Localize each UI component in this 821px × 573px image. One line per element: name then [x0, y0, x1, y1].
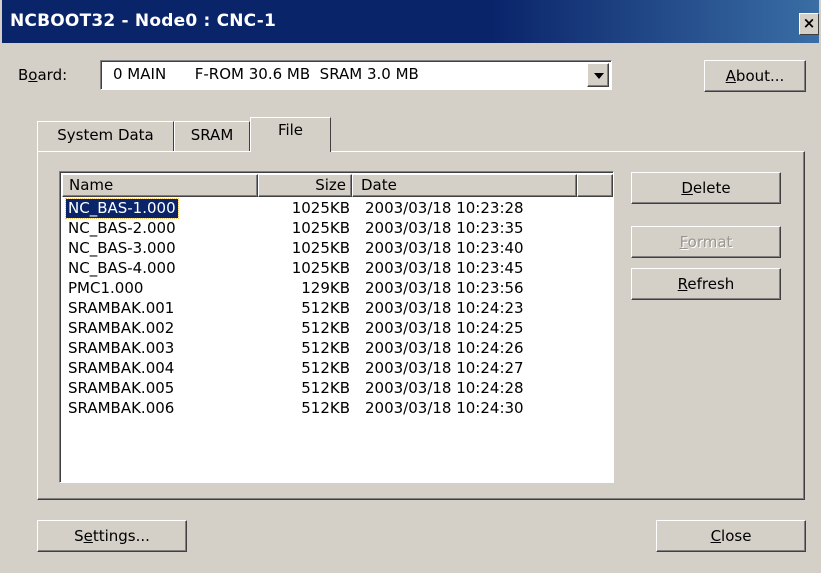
close-icon[interactable]: × [799, 13, 819, 35]
file-date-cell: 2003/03/18 10:24:27 [365, 359, 524, 377]
column-header-empty [577, 174, 613, 197]
file-size-cell: 1025KB [291, 239, 350, 257]
file-date-cell: 2003/03/18 10:24:23 [365, 299, 524, 317]
file-size-cell: 1025KB [291, 259, 350, 277]
title-bar[interactable]: NCBOOT32 - Node0 : CNC-1 × [2, 0, 819, 43]
file-date-cell: 2003/03/18 10:24:28 [365, 379, 524, 397]
file-name-cell: SRAMBAK.003 [68, 339, 175, 357]
table-row[interactable]: SRAMBAK.001 512KB 2003/03/18 10:24:23 [62, 299, 592, 318]
dialog-window: NCBOOT32 - Node0 : CNC-1 × Board: 0 MAIN… [0, 0, 821, 573]
tab-system-data[interactable]: System Data [37, 121, 174, 151]
file-date-cell: 2003/03/18 10:23:35 [365, 219, 524, 237]
file-name-cell: SRAMBAK.002 [68, 319, 175, 337]
file-size-cell: 512KB [301, 299, 350, 317]
file-date-cell: 2003/03/18 10:24:30 [365, 399, 524, 417]
chevron-down-icon [594, 73, 604, 79]
file-name-cell: NC_BAS-4.000 [68, 259, 176, 277]
close-button[interactable]: Close [656, 520, 806, 552]
file-size-cell: 129KB [301, 279, 350, 297]
table-row[interactable]: SRAMBAK.006 512KB 2003/03/18 10:24:30 [62, 399, 592, 418]
table-row[interactable]: NC_BAS-2.000 1025KB 2003/03/18 10:23:35 [62, 219, 592, 238]
board-select-value: 0 MAIN F-ROM 30.6 MB SRAM 3.0 MB [113, 65, 419, 83]
file-size-cell: 512KB [301, 339, 350, 357]
tab-sram[interactable]: SRAM [174, 121, 250, 151]
file-name-cell: SRAMBAK.006 [68, 399, 175, 417]
about-button[interactable]: About... [704, 60, 806, 92]
file-date-cell: 2003/03/18 10:24:25 [365, 319, 524, 337]
column-header-size[interactable]: Size [258, 174, 352, 197]
table-row[interactable]: SRAMBAK.004 512KB 2003/03/18 10:24:27 [62, 359, 592, 378]
format-button[interactable]: Format [631, 226, 781, 258]
window-title: NCBOOT32 - Node0 : CNC-1 [10, 11, 277, 31]
file-size-cell: 1025KB [291, 219, 350, 237]
table-row[interactable]: SRAMBAK.003 512KB 2003/03/18 10:24:26 [62, 339, 592, 358]
delete-button[interactable]: Delete [631, 172, 781, 204]
column-header-name[interactable]: Name [62, 174, 258, 197]
board-label: Board: [18, 66, 68, 84]
file-size-cell: 512KB [301, 399, 350, 417]
table-row[interactable]: PMC1.000 129KB 2003/03/18 10:23:56 [62, 279, 592, 298]
file-list[interactable]: Name Size Date NC_BAS-1.000 1025KB 2003/03… [59, 171, 614, 483]
file-name-cell: NC_BAS-3.000 [68, 239, 176, 257]
tab-file[interactable]: File [250, 117, 331, 152]
table-row[interactable]: NC_BAS-1.000 1025KB 2003/03/18 10:23:28 [62, 198, 592, 219]
file-name-cell: SRAMBAK.005 [68, 379, 175, 397]
file-date-cell: 2003/03/18 10:24:26 [365, 339, 524, 357]
table-row[interactable]: SRAMBAK.005 512KB 2003/03/18 10:24:28 [62, 379, 592, 398]
file-size-cell: 512KB [301, 359, 350, 377]
file-size-cell: 1025KB [291, 199, 350, 217]
dropdown-arrow-button[interactable] [587, 63, 609, 87]
table-row[interactable]: SRAMBAK.002 512KB 2003/03/18 10:24:25 [62, 319, 592, 338]
file-date-cell: 2003/03/18 10:23:45 [365, 259, 524, 277]
file-name-cell: NC_BAS-1.000 [65, 198, 179, 219]
file-name-cell: PMC1.000 [68, 279, 144, 297]
file-date-cell: 2003/03/18 10:23:28 [365, 199, 524, 217]
column-header-date[interactable]: Date [352, 174, 577, 197]
file-name-cell: NC_BAS-2.000 [68, 219, 176, 237]
settings-button[interactable]: Settings... [37, 520, 187, 552]
file-name-cell: SRAMBAK.004 [68, 359, 175, 377]
file-date-cell: 2003/03/18 10:23:40 [365, 239, 524, 257]
table-row[interactable]: NC_BAS-4.000 1025KB 2003/03/18 10:23:45 [62, 259, 592, 278]
file-name-cell: SRAMBAK.001 [68, 299, 175, 317]
file-size-cell: 512KB [301, 379, 350, 397]
refresh-button[interactable]: Refresh [631, 268, 781, 300]
file-size-cell: 512KB [301, 319, 350, 337]
list-header: Name Size Date [62, 174, 613, 197]
table-row[interactable]: NC_BAS-3.000 1025KB 2003/03/18 10:23:40 [62, 239, 592, 258]
board-select[interactable]: 0 MAIN F-ROM 30.6 MB SRAM 3.0 MB [100, 60, 612, 90]
file-date-cell: 2003/03/18 10:23:56 [365, 279, 524, 297]
